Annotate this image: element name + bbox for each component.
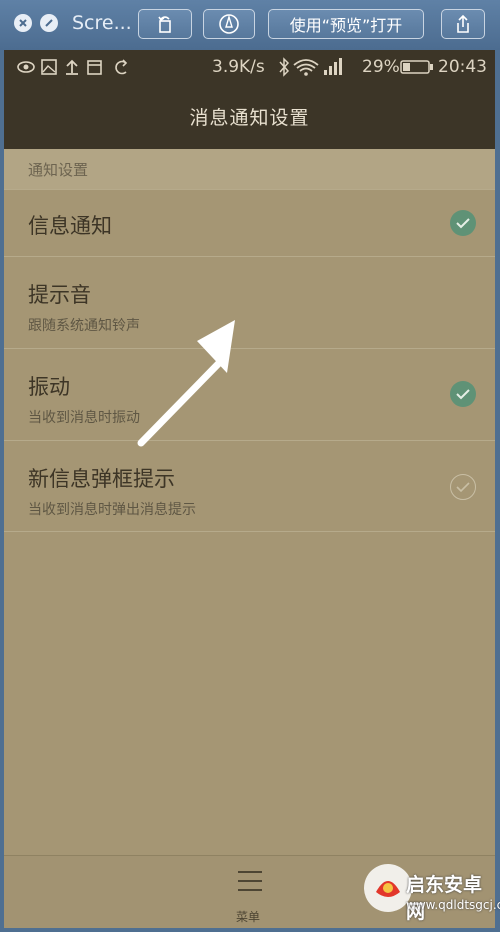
share-icon	[457, 14, 469, 33]
share-button[interactable]	[441, 9, 485, 39]
image-icon	[41, 58, 57, 75]
section-header: 通知设置	[4, 149, 495, 189]
network-speed: 3.9K/s	[212, 56, 265, 77]
check-icon	[456, 218, 470, 229]
menu-button[interactable]	[236, 868, 264, 898]
phone-screen: 3.9K/s 29% 20:43 消息通知设置 通知设置 信息通知 提示音 跟随…	[4, 50, 495, 928]
notification-icons	[17, 58, 128, 75]
status-bar: 3.9K/s 29% 20:43	[4, 50, 495, 83]
clock: 20:43	[438, 56, 487, 77]
fullscreen-button[interactable]	[40, 14, 58, 32]
box-icon	[87, 59, 102, 75]
setting-subtitle: 当收到消息时弹出消息提示	[28, 502, 196, 518]
quicklook-toolbar: Scre... 使用“预览”打开	[0, 0, 500, 50]
menu-icon	[238, 871, 262, 891]
checkbox-checked[interactable]	[450, 210, 476, 236]
upload-icon	[66, 59, 78, 75]
setting-title: 新信息弹框提示	[28, 467, 175, 491]
watermark-brand: 启东安卓网	[406, 874, 483, 923]
check-icon	[456, 389, 470, 400]
checkbox-checked[interactable]	[450, 381, 476, 407]
wifi-icon	[293, 58, 319, 76]
markup-pen-icon	[219, 14, 239, 34]
eye-icon	[17, 60, 35, 73]
setting-row-message-notification[interactable]: 信息通知	[4, 189, 495, 256]
setting-title: 信息通知	[28, 214, 112, 238]
checkbox-unchecked[interactable]	[450, 474, 476, 500]
watermark-url: www.qdldtsgcj.com	[406, 898, 500, 912]
menu-label: 菜单	[236, 910, 261, 924]
bluetooth-icon	[279, 56, 290, 77]
fullscreen-icon	[45, 19, 53, 27]
signal-icons	[279, 56, 342, 77]
cell-signal-icon	[324, 57, 342, 75]
sync-icon	[115, 58, 128, 74]
section-label: 通知设置	[28, 160, 89, 179]
close-icon	[19, 19, 27, 27]
check-icon	[456, 482, 470, 493]
markup-button[interactable]	[203, 9, 255, 39]
annotation-arrow	[137, 320, 235, 447]
rotate-icon	[158, 16, 171, 33]
watermark: 启东安卓网 www.qdldtsgcj.com	[358, 840, 500, 928]
battery-icon	[400, 59, 433, 74]
close-button[interactable]	[14, 14, 32, 32]
open-with-preview-button[interactable]: 使用“预览”打开	[268, 9, 424, 39]
rotate-button[interactable]	[138, 9, 192, 39]
setting-title: 提示音	[28, 283, 91, 307]
battery-percent: 29%	[362, 56, 400, 77]
app-bar: 消息通知设置	[4, 83, 495, 149]
window-title: Scre...	[72, 12, 132, 34]
page-title: 消息通知设置	[189, 106, 310, 129]
